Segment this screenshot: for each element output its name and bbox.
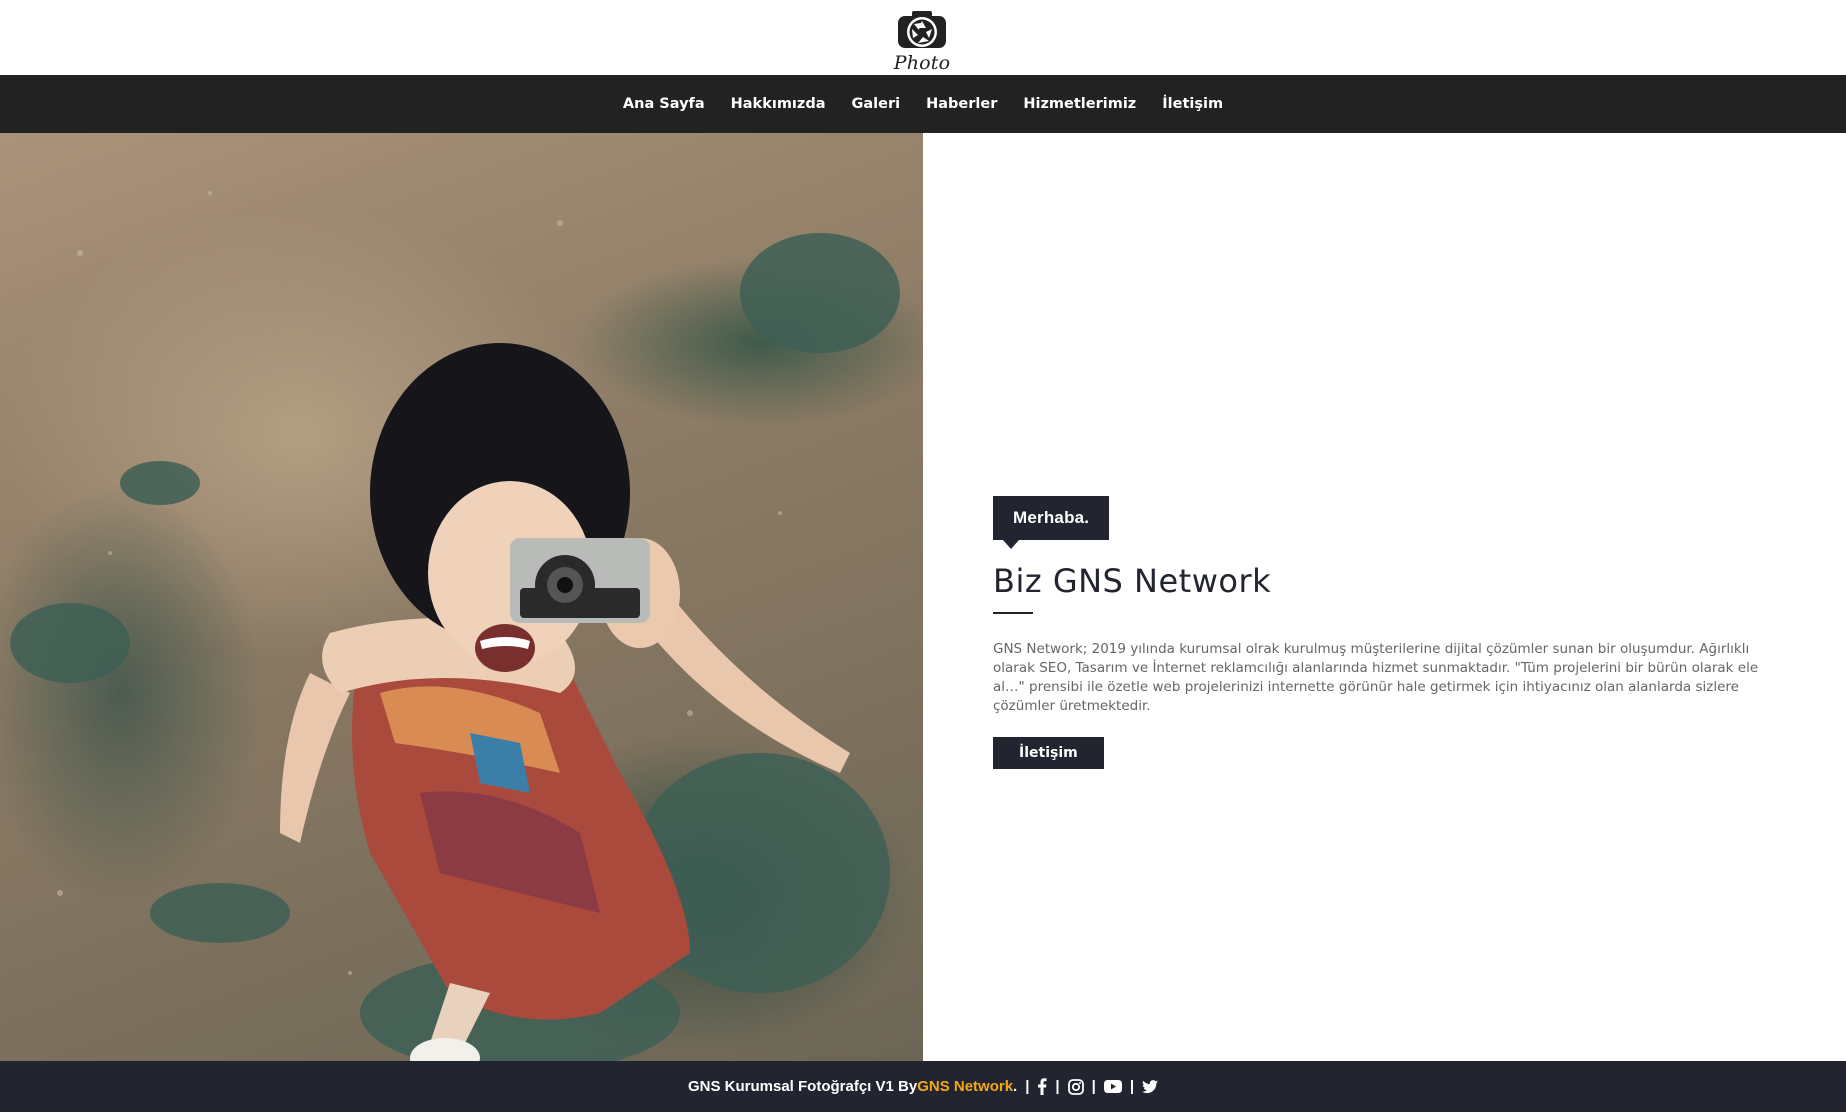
instagram-icon[interactable] — [1067, 1078, 1084, 1095]
title-underline — [993, 612, 1033, 614]
footer-brand-link[interactable]: GNS Network — [917, 1078, 1013, 1095]
nav-item-galeri[interactable]: Galeri — [839, 96, 914, 112]
footer-credit: GNS Kurumsal Fotoğrafçı V1 By — [687, 1078, 918, 1095]
footer-separator: | — [1025, 1078, 1030, 1095]
hero-photo — [0, 133, 923, 1061]
footer-separator: | — [1091, 1078, 1096, 1095]
intro-section: Merhaba. Biz GNS Network GNS Network; 20… — [993, 496, 1763, 769]
header: Photo Studio — [0, 0, 1846, 96]
nav-item-iletisim[interactable]: İletişim — [1149, 96, 1236, 112]
nav-list: Ana Sayfa Hakkımızda Galeri Haberler Hiz… — [610, 96, 1236, 112]
footer: GNS Kurumsal Fotoğrafçı V1 By GNS Networ… — [0, 1061, 1846, 1112]
twitter-icon[interactable] — [1142, 1079, 1159, 1094]
camera-aperture-icon — [898, 11, 946, 48]
nav-item-ana-sayfa[interactable]: Ana Sayfa — [610, 96, 718, 112]
nav-item-haberler[interactable]: Haberler — [913, 96, 1010, 112]
intro-description: GNS Network; 2019 yılında kurumsal olrak… — [993, 641, 1759, 714]
main-nav: Ana Sayfa Hakkımızda Galeri Haberler Hiz… — [0, 75, 1846, 133]
youtube-icon[interactable] — [1103, 1080, 1122, 1093]
woman-with-camera-illustration — [10, 191, 900, 1061]
logo[interactable]: Photo Studio — [872, 8, 972, 96]
footer-period: . — [1013, 1078, 1018, 1095]
contact-button[interactable]: İletişim — [993, 737, 1104, 769]
intro-title: Biz GNS Network — [993, 562, 1272, 600]
footer-separator: | — [1129, 1078, 1135, 1095]
nav-item-hizmetlerimiz[interactable]: Hizmetlerimiz — [1010, 96, 1149, 112]
nav-item-hakkimizda[interactable]: Hakkımızda — [718, 96, 839, 112]
facebook-icon[interactable] — [1037, 1078, 1047, 1095]
footer-separator: | — [1055, 1078, 1060, 1095]
greeting-badge: Merhaba. — [993, 496, 1110, 549]
